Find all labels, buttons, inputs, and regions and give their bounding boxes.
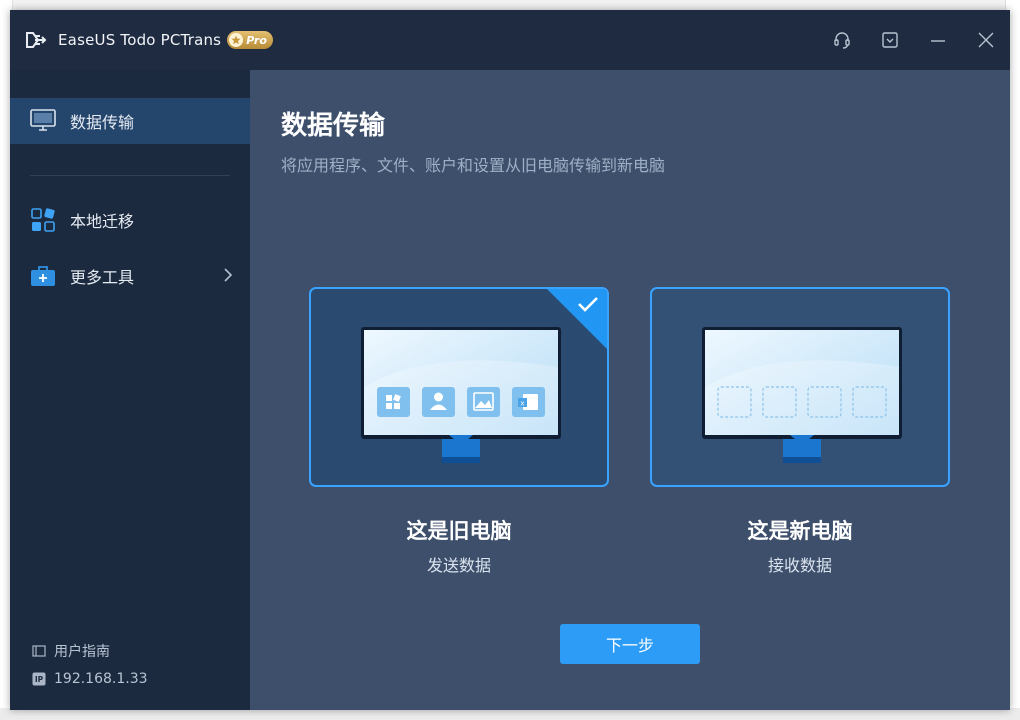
pro-badge-label: Pro: [246, 33, 267, 47]
old-pc-title: 这是旧电脑: [406, 519, 512, 543]
sidebar-divider: [30, 175, 230, 176]
book-icon: [32, 644, 46, 658]
new-pc-title: 这是新电脑: [747, 519, 853, 543]
ip-badge-icon: IP: [32, 672, 46, 686]
svg-text:x: x: [520, 400, 524, 408]
monitor-icon: [30, 108, 56, 134]
checkmark-icon: [577, 295, 599, 317]
sidebar-item-label: 本地迁移: [70, 212, 135, 231]
user-guide-label: 用户指南: [54, 644, 110, 660]
apps-grid-icon: [30, 207, 56, 233]
old-pc-card[interactable]: x: [309, 287, 609, 487]
pctrans-logo-icon: [24, 28, 48, 52]
sidebar-item-local-migration[interactable]: 本地迁移: [10, 197, 250, 243]
titlebar: EaseUS Todo PCTrans Pro: [10, 10, 1010, 70]
new-pc-subtitle: 接收数据: [767, 556, 832, 575]
app-window: EaseUS Todo PCTrans Pro 数据传输 本地迁移 更多工具 用…: [10, 10, 1010, 710]
sidebar-item-label: 数据传输: [70, 113, 135, 132]
sidebar-item-label: 更多工具: [70, 268, 135, 287]
new-pc-card[interactable]: [650, 287, 950, 487]
sidebar: 数据传输 本地迁移 更多工具 用户指南 IP 192.168.1.33: [10, 70, 250, 710]
ip-address-value: 192.168.1.33: [54, 671, 148, 687]
main-panel: 数据传输 将应用程序、文件、账户和设置从旧电脑传输到新电脑 x 这是旧电脑 发送…: [250, 70, 1010, 710]
pro-badge: Pro: [227, 31, 273, 49]
app-title: EaseUS Todo PCTrans: [58, 31, 222, 49]
download-icon[interactable]: [866, 16, 914, 64]
minimize-icon[interactable]: [914, 16, 962, 64]
toolbox-icon: [30, 263, 56, 289]
sidebar-item-more-tools[interactable]: 更多工具: [10, 253, 250, 299]
headset-icon[interactable]: [818, 16, 866, 64]
close-icon[interactable]: [962, 16, 1010, 64]
ip-badge-text: IP: [35, 675, 44, 684]
ip-address: IP 192.168.1.33: [32, 671, 148, 687]
old-pc-subtitle: 发送数据: [426, 556, 491, 575]
page-title: 数据传输: [281, 111, 386, 141]
chevron-right-icon: [222, 267, 234, 287]
page-subtitle: 将应用程序、文件、账户和设置从旧电脑传输到新电脑: [281, 156, 666, 175]
window-controls: [818, 10, 1010, 70]
star-icon: [229, 33, 244, 47]
next-button[interactable]: 下一步: [560, 624, 700, 664]
new-pc-monitor-illustration: [702, 327, 902, 463]
old-pc-monitor-illustration: x: [361, 327, 561, 463]
sidebar-item-data-transfer[interactable]: 数据传输: [10, 98, 250, 144]
user-guide-link[interactable]: 用户指南: [32, 641, 110, 661]
